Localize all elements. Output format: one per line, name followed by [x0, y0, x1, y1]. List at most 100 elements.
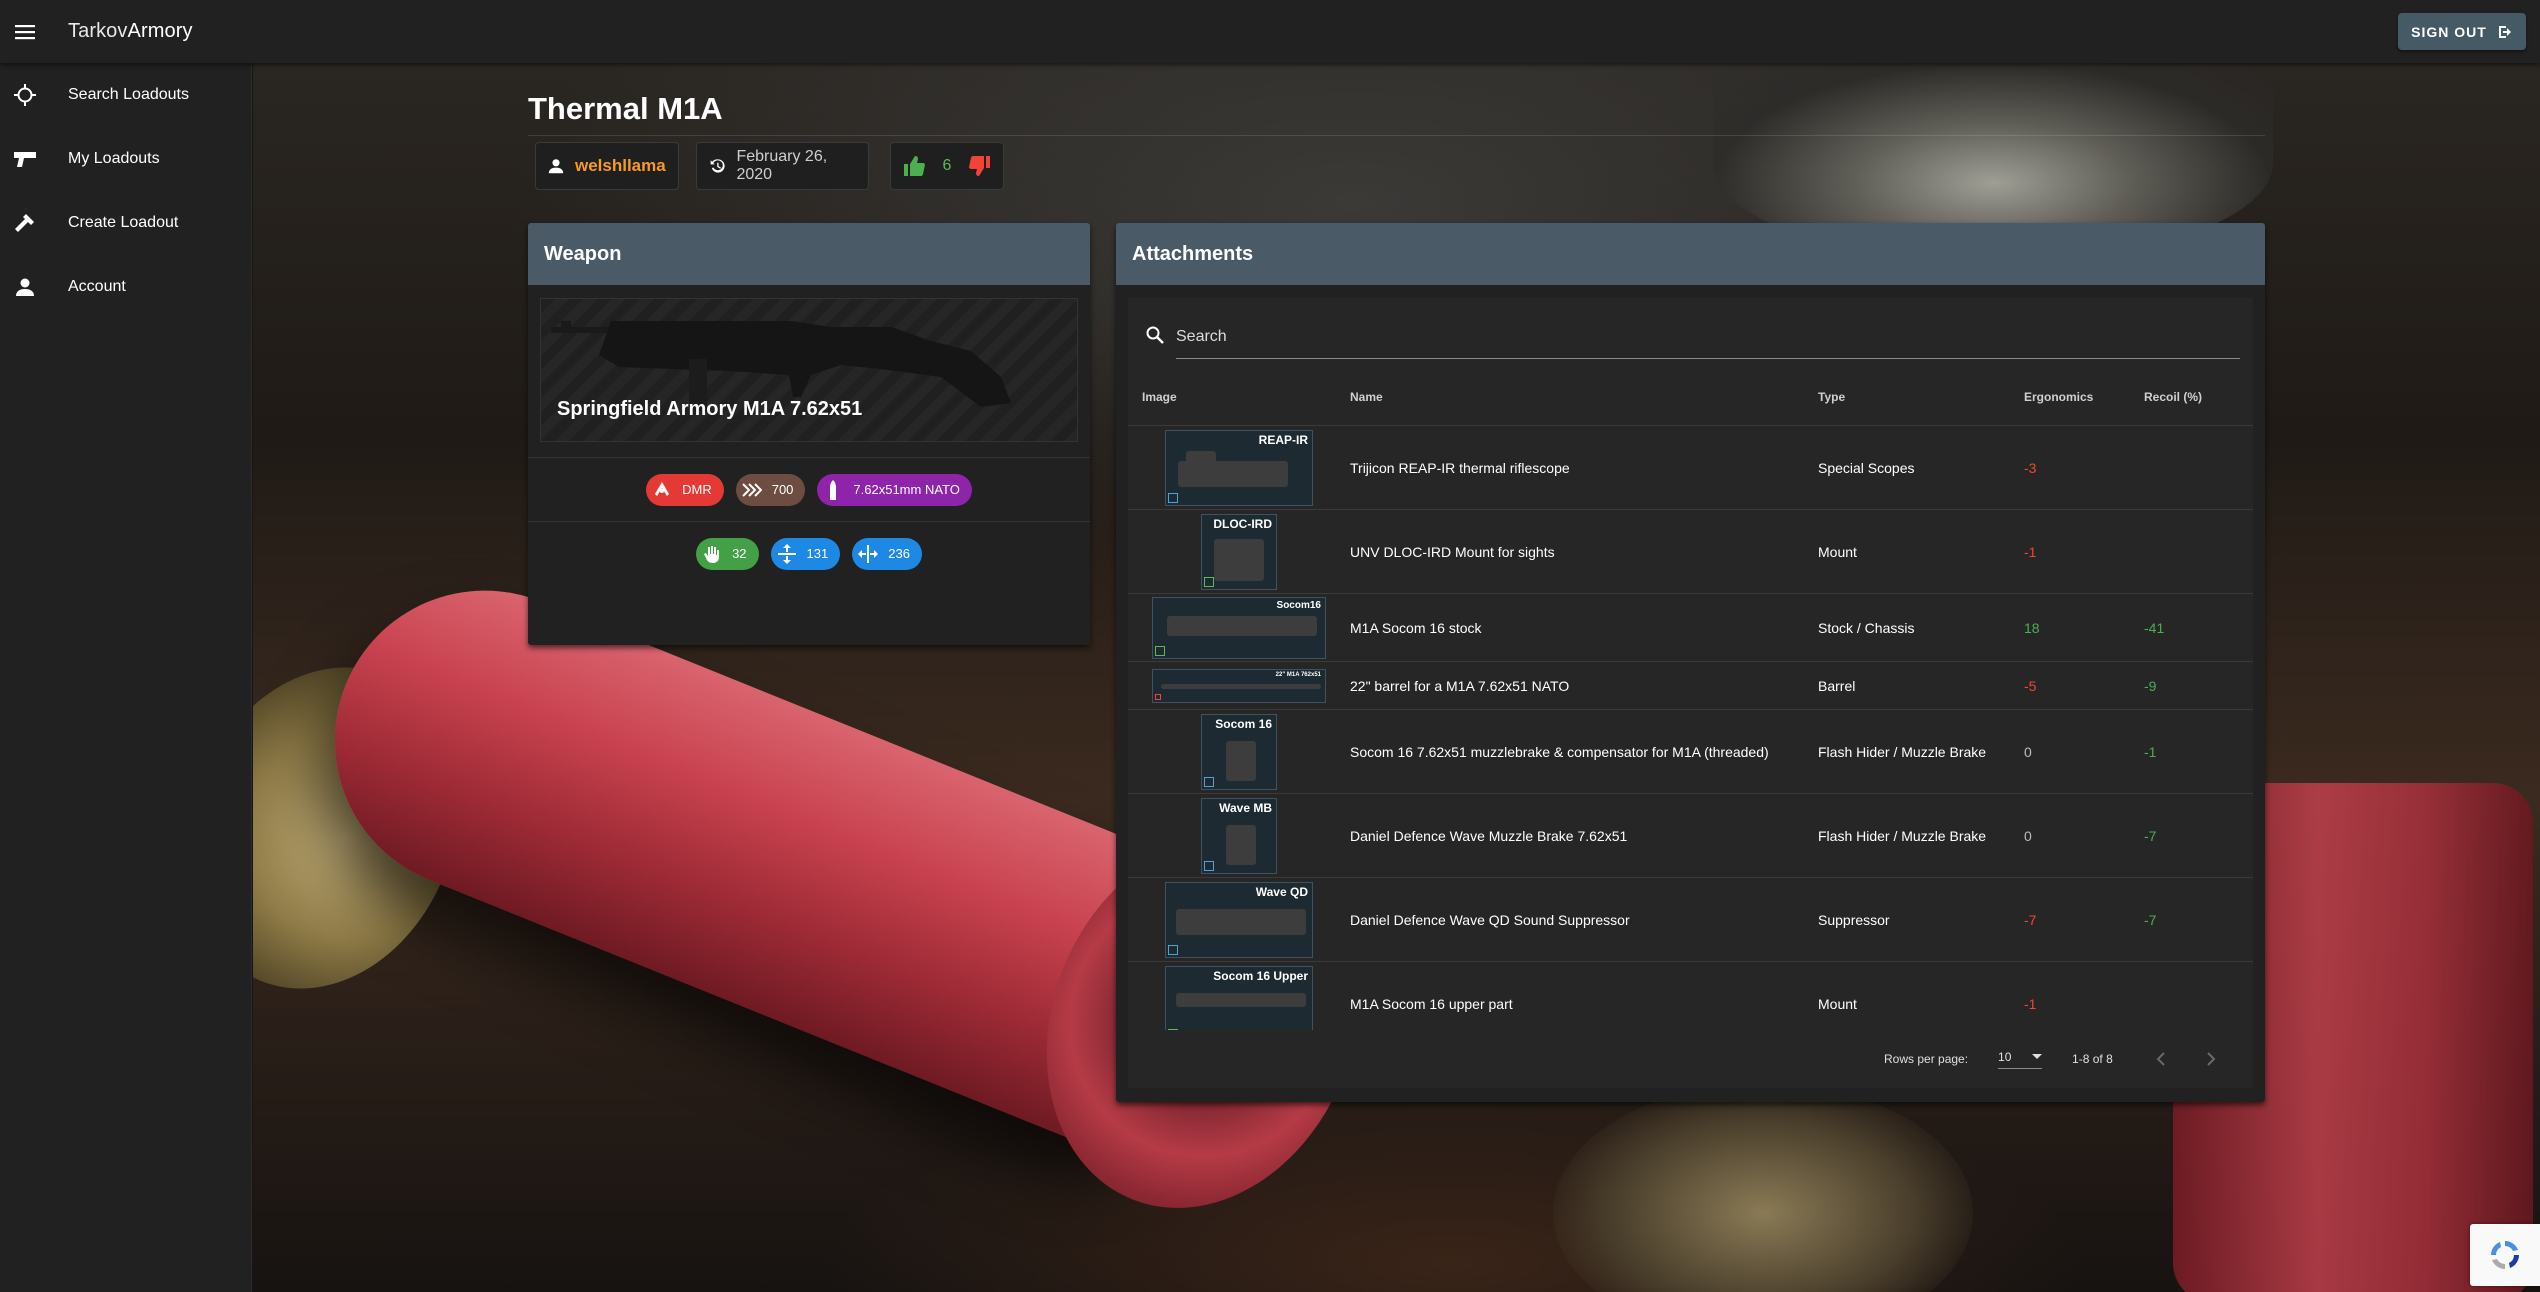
attachment-name: M1A Socom 16 upper part: [1350, 995, 1513, 1012]
sidebar-item-label: Create Loadout: [68, 214, 179, 231]
attachments-table: Image Name Type Ergonomics Recoil (%) RE…: [1128, 368, 2253, 1046]
vertical-recoil-value: 131: [806, 546, 829, 561]
app-brand[interactable]: TarkovArmory: [68, 20, 193, 43]
sign-out-label: SIGN OUT: [2411, 23, 2487, 40]
thumbs-up-icon[interactable]: [903, 156, 925, 176]
bullet-icon: [821, 478, 845, 502]
thumbnail-label: REAP-IR: [1258, 432, 1308, 447]
sidebar-item-my-loadouts[interactable]: My Loadouts: [0, 127, 251, 191]
attachment-name: Daniel Defence Wave Muzzle Brake 7.62x51: [1350, 827, 1628, 844]
rows-per-page-value: 10: [1998, 1049, 2012, 1064]
hand-icon: [700, 542, 724, 566]
rows-per-page-select[interactable]: 10: [1998, 1049, 2043, 1069]
sidebar-item-label: Search Loadouts: [68, 86, 189, 103]
attachment-name: Daniel Defence Wave QD Sound Suppressor: [1350, 911, 1630, 928]
author-name: welshllama: [575, 156, 666, 175]
sidebar-item-label: Account: [68, 278, 126, 295]
weapon-card: Weapon Springfield Armory M1A 7.62x51 DM…: [528, 223, 1090, 645]
attachment-name: Socom 16 7.62x51 muzzlebrake & compensat…: [1350, 743, 1769, 760]
author-chip[interactable]: welshllama: [535, 142, 679, 190]
table-row[interactable]: Wave QD Daniel Defence Wave QD Sound Sup…: [1128, 878, 2253, 962]
attachment-thumb-cell: REAP-IR: [1128, 429, 1350, 506]
attachment-type: Special Scopes: [1818, 459, 1915, 476]
horizontal-recoil-badge: 236: [852, 537, 922, 570]
attachment-recoil: -9: [2144, 677, 2157, 694]
sign-out-button[interactable]: SIGN OUT: [2398, 13, 2526, 50]
ergonomics-badge: 32: [696, 537, 759, 570]
next-page-icon[interactable]: [2205, 1052, 2217, 1066]
dropdown-arrow-icon: [2032, 1053, 2043, 1059]
attachment-ergonomics: -1: [2024, 543, 2037, 560]
menu-icon[interactable]: [1, 8, 49, 56]
sidebar-item-search-loadouts[interactable]: Search Loadouts: [0, 63, 251, 127]
person-icon: [12, 274, 38, 300]
attachment-thumbnail: 22" M1A 762x51: [1152, 668, 1326, 703]
attachment-thumb-cell: Wave QD: [1128, 881, 1350, 958]
fire-rate-value: 700: [771, 482, 794, 497]
attachment-thumb-cell: Socom16: [1128, 596, 1350, 659]
attachment-recoil: -7: [2144, 827, 2157, 844]
table-row[interactable]: Socom 16 Socom 16 7.62x51 muzzlebrake & …: [1128, 710, 2253, 794]
attachment-name: M1A Socom 16 stock: [1350, 619, 1482, 636]
weapon-image: Springfield Armory M1A 7.62x51: [540, 298, 1078, 442]
table-row[interactable]: REAP-IR Trijicon REAP-IR thermal riflesc…: [1128, 426, 2253, 510]
crosshair-icon: [12, 82, 38, 108]
attachment-name: 22" barrel for a M1A 7.62x51 NATO: [1350, 677, 1570, 694]
attachment-recoil: -41: [2144, 619, 2165, 636]
table-row[interactable]: Wave MB Daniel Defence Wave Muzzle Brake…: [1128, 794, 2253, 878]
recaptcha-badge[interactable]: [2470, 1224, 2540, 1286]
weapon-name: Springfield Armory M1A 7.62x51: [557, 398, 863, 420]
class-icon: [650, 478, 674, 502]
date-chip: February 26, 2020: [696, 142, 869, 190]
attachment-name: Trijicon REAP-IR thermal riflescope: [1350, 459, 1570, 476]
previous-page-icon[interactable]: [2155, 1052, 2167, 1066]
thumbs-down-icon[interactable]: [969, 156, 991, 176]
horizontal-recoil-icon: [856, 542, 880, 566]
column-header-type[interactable]: Type: [1818, 390, 2024, 404]
column-header-ergonomics[interactable]: Ergonomics: [2024, 390, 2144, 404]
search-input[interactable]: Search: [1176, 328, 1227, 346]
vote-count: 6: [942, 157, 952, 174]
title-divider: [528, 135, 2265, 136]
sidebar-item-account[interactable]: Account: [0, 255, 251, 319]
attachments-card: Attachments Search Image Name Type Ergon…: [1116, 223, 2265, 1102]
sidebar-item-create-loadout[interactable]: Create Loadout: [0, 191, 251, 255]
attachment-thumb-cell: Socom 16: [1128, 713, 1350, 790]
weapon-card-header: Weapon: [528, 223, 1090, 285]
weapon-info-row: DMR 700 7.62x51mm NATO: [528, 457, 1090, 521]
thumbnail-label: Wave MB: [1219, 800, 1272, 815]
thumbnail-label: Wave QD: [1255, 884, 1308, 899]
table-row[interactable]: Socom16 M1A Socom 16 stock Stock / Chass…: [1128, 594, 2253, 662]
attachment-type: Mount: [1818, 995, 1857, 1012]
column-header-recoil[interactable]: Recoil (%): [2144, 390, 2253, 404]
column-header-image[interactable]: Image: [1128, 390, 1350, 404]
weapon-class: DMR: [682, 482, 712, 497]
column-header-name[interactable]: Name: [1350, 390, 1818, 404]
table-pagination: Rows per page: 10 1-8 of 8: [1128, 1030, 2253, 1088]
vote-chip: 6: [890, 142, 1004, 190]
table-row[interactable]: DLOC-IRD UNV DLOC-IRD Mount for sights M…: [1128, 510, 2253, 594]
attachment-recoil: -7: [2144, 911, 2157, 928]
brand-part-2: Armory: [127, 20, 193, 42]
main-content: Thermal M1A welshllama February 26, 2020…: [528, 63, 2265, 1292]
fire-rate-icon: [740, 478, 764, 502]
loadout-date: February 26, 2020: [736, 148, 828, 183]
thumbnail-label: Socom 16: [1215, 716, 1272, 731]
attachment-type: Barrel: [1818, 677, 1856, 694]
attachment-thumb-cell: DLOC-IRD: [1128, 513, 1350, 590]
attachment-type: Suppressor: [1818, 911, 1890, 928]
hammer-icon: [12, 210, 38, 236]
pistol-icon: [12, 146, 38, 172]
rows-per-page-label: Rows per page:: [1884, 1052, 1969, 1066]
pagination-range: 1-8 of 8: [2072, 1052, 2113, 1066]
page-title: Thermal M1A: [528, 91, 723, 126]
caliber-value: 7.62x51mm NATO: [853, 482, 960, 497]
weapon-stats-row: 32 131 236: [528, 521, 1090, 585]
attachment-thumb-cell: 22" M1A 762x51: [1128, 668, 1350, 703]
table-row[interactable]: 22" M1A 762x51 22" barrel for a M1A 7.62…: [1128, 662, 2253, 710]
recaptcha-icon: [2491, 1241, 2519, 1269]
attachment-thumbnail: Wave QD: [1165, 881, 1313, 958]
thumbnail-label: DLOC-IRD: [1213, 516, 1272, 531]
logout-icon: [2498, 25, 2511, 38]
attachment-thumbnail: DLOC-IRD: [1201, 513, 1277, 590]
